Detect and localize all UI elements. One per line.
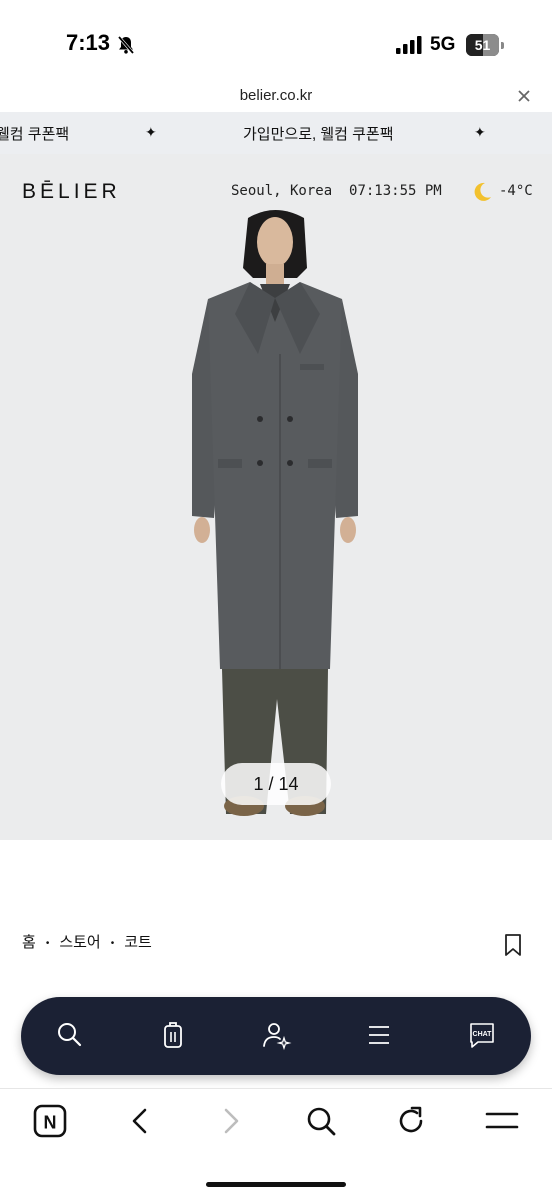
reload-icon[interactable] bbox=[393, 1103, 429, 1139]
breadcrumb-separator: • bbox=[45, 937, 50, 949]
back-icon[interactable] bbox=[122, 1103, 158, 1139]
bell-muted-icon bbox=[117, 36, 135, 54]
breadcrumb: 홈 • 스토어 • 코트 bbox=[22, 931, 152, 952]
status-bar: 7:13 5G 51 bbox=[0, 0, 552, 80]
signal-icon bbox=[396, 36, 422, 54]
floating-nav: CHAT bbox=[21, 997, 531, 1075]
home-indicator bbox=[206, 1182, 346, 1187]
clock-label: 07:13:55 PM bbox=[349, 183, 442, 199]
sparkle-icon: ✦ bbox=[145, 124, 157, 140]
temperature-label: -4°C bbox=[499, 183, 533, 199]
promo-text[interactable]: 가입만으로, 웰컴 쿠폰팩 bbox=[243, 123, 394, 144]
moon-icon bbox=[474, 182, 491, 201]
naver-home-icon[interactable]: N bbox=[32, 1103, 68, 1139]
shopping-bag-icon[interactable] bbox=[157, 1019, 189, 1051]
slide-counter: 1 / 14 bbox=[221, 763, 331, 805]
location-label: Seoul, Korea bbox=[231, 183, 333, 199]
bookmark-icon[interactable] bbox=[503, 933, 523, 957]
battery-indicator: 51 bbox=[466, 34, 504, 56]
breadcrumb-coat[interactable]: 코트 bbox=[124, 934, 152, 951]
promo-banner[interactable]: 웰컴 쿠폰팩 ✦ 가입만으로, 웰컴 쿠폰팩 ✦ bbox=[0, 112, 552, 154]
battery-level: 51 bbox=[474, 37, 491, 53]
breadcrumb-store[interactable]: 스토어 bbox=[59, 934, 100, 951]
promo-text-partial[interactable]: 웰컴 쿠폰팩 bbox=[0, 123, 69, 144]
breadcrumb-home[interactable]: 홈 bbox=[22, 934, 36, 951]
search-icon[interactable] bbox=[303, 1103, 339, 1139]
status-time: 7:13 bbox=[66, 30, 111, 55]
location-clock: Seoul, Korea 07:13:55 PM bbox=[231, 183, 442, 199]
product-hero[interactable]: BĒLIER Seoul, Korea 07:13:55 PM -4°C 1 /… bbox=[0, 154, 552, 840]
network-label: 5G bbox=[430, 34, 456, 55]
product-image[interactable] bbox=[180, 204, 370, 824]
menu-icon[interactable] bbox=[484, 1103, 520, 1139]
forward-icon[interactable] bbox=[213, 1103, 249, 1139]
close-icon[interactable] bbox=[514, 86, 534, 106]
breadcrumb-separator: • bbox=[110, 937, 115, 949]
naver-label: N bbox=[44, 1113, 57, 1133]
chat-label: CHAT bbox=[473, 1031, 493, 1038]
search-icon[interactable] bbox=[54, 1019, 86, 1051]
battery-tip bbox=[501, 42, 504, 49]
brand-logo[interactable]: BĒLIER bbox=[22, 180, 121, 204]
address-domain[interactable]: belier.co.kr bbox=[0, 87, 552, 104]
menu-icon[interactable] bbox=[363, 1019, 395, 1051]
address-bar[interactable]: belier.co.kr bbox=[0, 80, 552, 112]
account-sparkle-icon[interactable] bbox=[260, 1019, 292, 1051]
chat-icon[interactable]: CHAT bbox=[466, 1019, 498, 1051]
sparkle-icon: ✦ bbox=[474, 124, 486, 140]
